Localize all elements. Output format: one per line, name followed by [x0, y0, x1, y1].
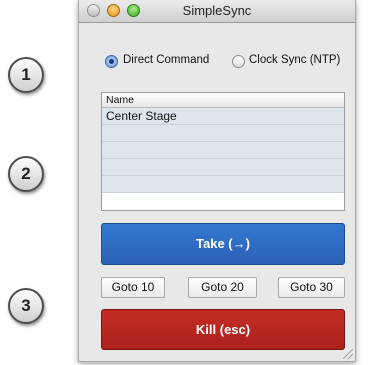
list-item[interactable]: Center Stage [102, 108, 344, 125]
radio-label: Clock Sync (NTP) [249, 54, 341, 66]
goto-10-button[interactable]: Goto 10 [101, 277, 165, 298]
radio-clock-sync[interactable]: Clock Sync (NTP) [232, 54, 350, 70]
window-title: SimpleSync [182, 3, 252, 18]
radio-label: Direct Command [123, 54, 210, 66]
radio-unselected-icon[interactable] [232, 55, 245, 68]
list-item[interactable] [102, 159, 344, 176]
callout-2: 2 [8, 156, 44, 192]
title-bar[interactable]: SimpleSync [79, 0, 355, 23]
goto-20-button[interactable]: Goto 20 [188, 277, 257, 298]
list-item[interactable] [102, 176, 344, 193]
callout-3: 3 [8, 288, 44, 324]
radio-selected-icon[interactable] [105, 55, 118, 68]
radio-direct-command[interactable]: Direct Command [105, 54, 223, 70]
list-item[interactable] [102, 142, 344, 159]
list-item[interactable] [102, 125, 344, 142]
list-header-name[interactable]: Name [102, 93, 344, 108]
app-window: SimpleSync Direct Command Clock Sync (NT… [78, 0, 356, 362]
callout-1: 1 [8, 57, 44, 93]
target-list[interactable]: Name Center Stage [101, 92, 345, 211]
take-button[interactable]: Take (→) [101, 223, 345, 265]
kill-button[interactable]: Kill (esc) [101, 309, 345, 350]
resize-grip-icon[interactable] [343, 349, 353, 359]
goto-30-button[interactable]: Goto 30 [278, 277, 345, 298]
